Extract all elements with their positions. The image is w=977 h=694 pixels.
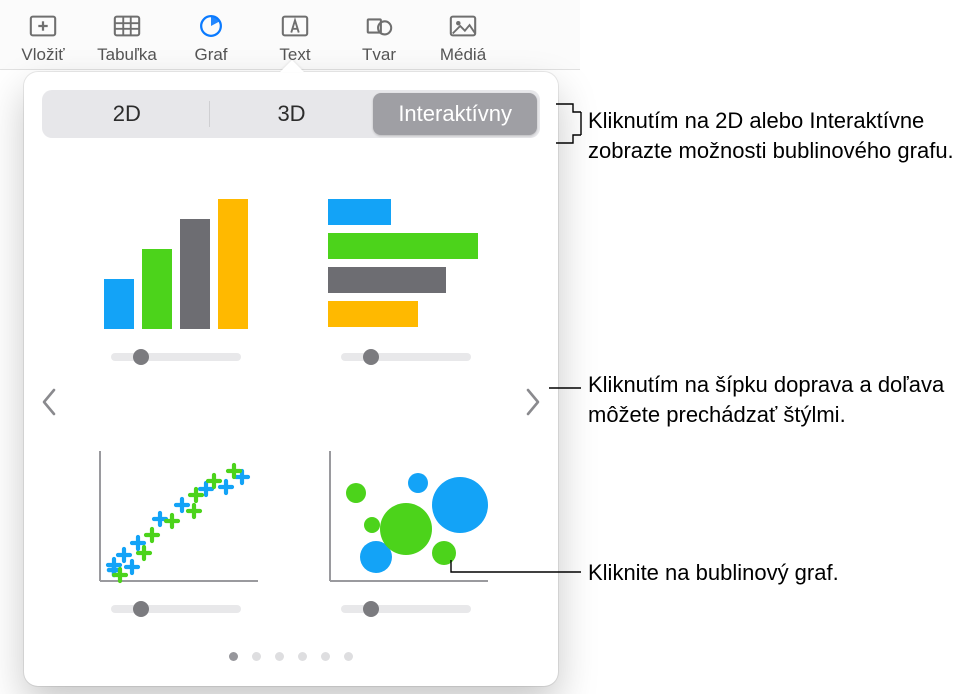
callout-arrows: Kliknutím na šípku doprava a doľava môže… (588, 370, 968, 429)
callout-tabs: Kliknutím na 2D alebo Interaktívne zobra… (588, 106, 968, 165)
callout-lines (0, 0, 977, 694)
callout-bubble: Kliknite na bublinový graf. (588, 558, 839, 588)
